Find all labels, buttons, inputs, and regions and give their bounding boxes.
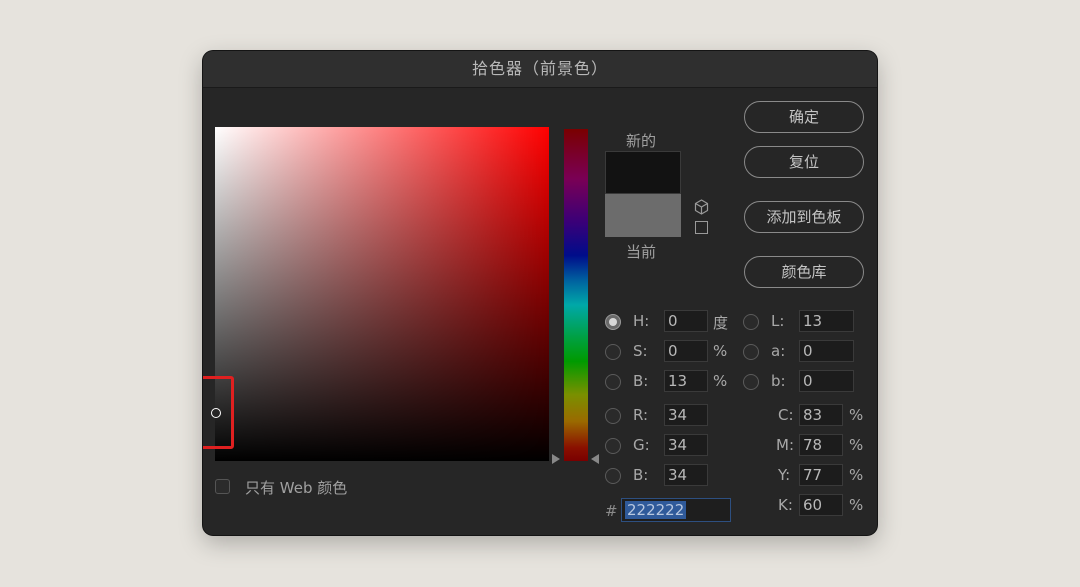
h-input[interactable]: 0: [664, 310, 708, 332]
c-unit: %: [849, 406, 864, 424]
a-input[interactable]: 0: [799, 340, 854, 362]
marker-highlight-annotation: [203, 376, 234, 449]
web-only-label: 只有 Web 颜色: [245, 479, 348, 497]
s-label: S:: [633, 342, 648, 360]
hue-slider-handle-right[interactable]: [591, 454, 599, 464]
add-to-swatches-button[interactable]: 添加到色板: [744, 201, 864, 233]
g-radio[interactable]: [605, 438, 621, 454]
r-input[interactable]: 34: [664, 404, 708, 426]
out-of-gamut-cube-icon[interactable]: [694, 199, 709, 215]
brightness-input[interactable]: 13: [664, 370, 708, 392]
s-input[interactable]: 0: [664, 340, 708, 362]
current-color-swatch[interactable]: [605, 194, 681, 237]
h-label: H:: [633, 312, 650, 330]
new-color-label: 新的: [626, 132, 657, 150]
l-input[interactable]: 13: [799, 310, 854, 332]
hex-value: 222222: [625, 501, 687, 519]
m-label: M:: [776, 436, 794, 454]
current-color-label: 当前: [626, 243, 657, 261]
new-color-swatch: [605, 151, 681, 194]
k-label: K:: [778, 496, 793, 514]
m-unit: %: [849, 436, 864, 454]
blue-input[interactable]: 34: [664, 464, 708, 486]
g-label: G:: [633, 436, 650, 454]
r-label: R:: [633, 406, 649, 424]
y-input[interactable]: 77: [799, 464, 843, 486]
m-input[interactable]: 78: [799, 434, 843, 456]
web-only-checkbox[interactable]: [215, 479, 230, 494]
lab-b-input[interactable]: 0: [799, 370, 854, 392]
web-safe-square-icon[interactable]: [695, 221, 708, 234]
a-label: a:: [771, 342, 786, 360]
h-radio[interactable]: [605, 314, 621, 330]
a-radio[interactable]: [743, 344, 759, 360]
l-radio[interactable]: [743, 314, 759, 330]
color-picker-dialog: 拾色器（前景色） 只有 Web 颜色 新的 当前 确定 复位 添加到色板 颜色库…: [203, 51, 877, 535]
g-input[interactable]: 34: [664, 434, 708, 456]
lab-b-label: b:: [771, 372, 786, 390]
brightness-unit: %: [713, 372, 728, 390]
s-unit: %: [713, 342, 728, 360]
brightness-radio[interactable]: [605, 374, 621, 390]
ok-button[interactable]: 确定: [744, 101, 864, 133]
hue-slider-handle-left[interactable]: [552, 454, 560, 464]
k-unit: %: [849, 496, 864, 514]
color-libraries-button[interactable]: 颜色库: [744, 256, 864, 288]
hex-hash-label: #: [605, 502, 618, 520]
y-label: Y:: [778, 466, 791, 484]
c-label: C:: [778, 406, 794, 424]
y-unit: %: [849, 466, 864, 484]
dialog-title: 拾色器（前景色）: [203, 51, 877, 88]
hue-slider[interactable]: [564, 129, 588, 461]
h-unit: 度: [713, 314, 729, 332]
reset-button[interactable]: 复位: [744, 146, 864, 178]
l-label: L:: [771, 312, 785, 330]
brightness-label: B:: [633, 372, 649, 390]
blue-label: B:: [633, 466, 649, 484]
hex-input[interactable]: 222222: [621, 498, 731, 522]
lab-b-radio[interactable]: [743, 374, 759, 390]
r-radio[interactable]: [605, 408, 621, 424]
c-input[interactable]: 83: [799, 404, 843, 426]
k-input[interactable]: 60: [799, 494, 843, 516]
s-radio[interactable]: [605, 344, 621, 360]
saturation-brightness-field[interactable]: [215, 127, 549, 461]
blue-radio[interactable]: [605, 468, 621, 484]
